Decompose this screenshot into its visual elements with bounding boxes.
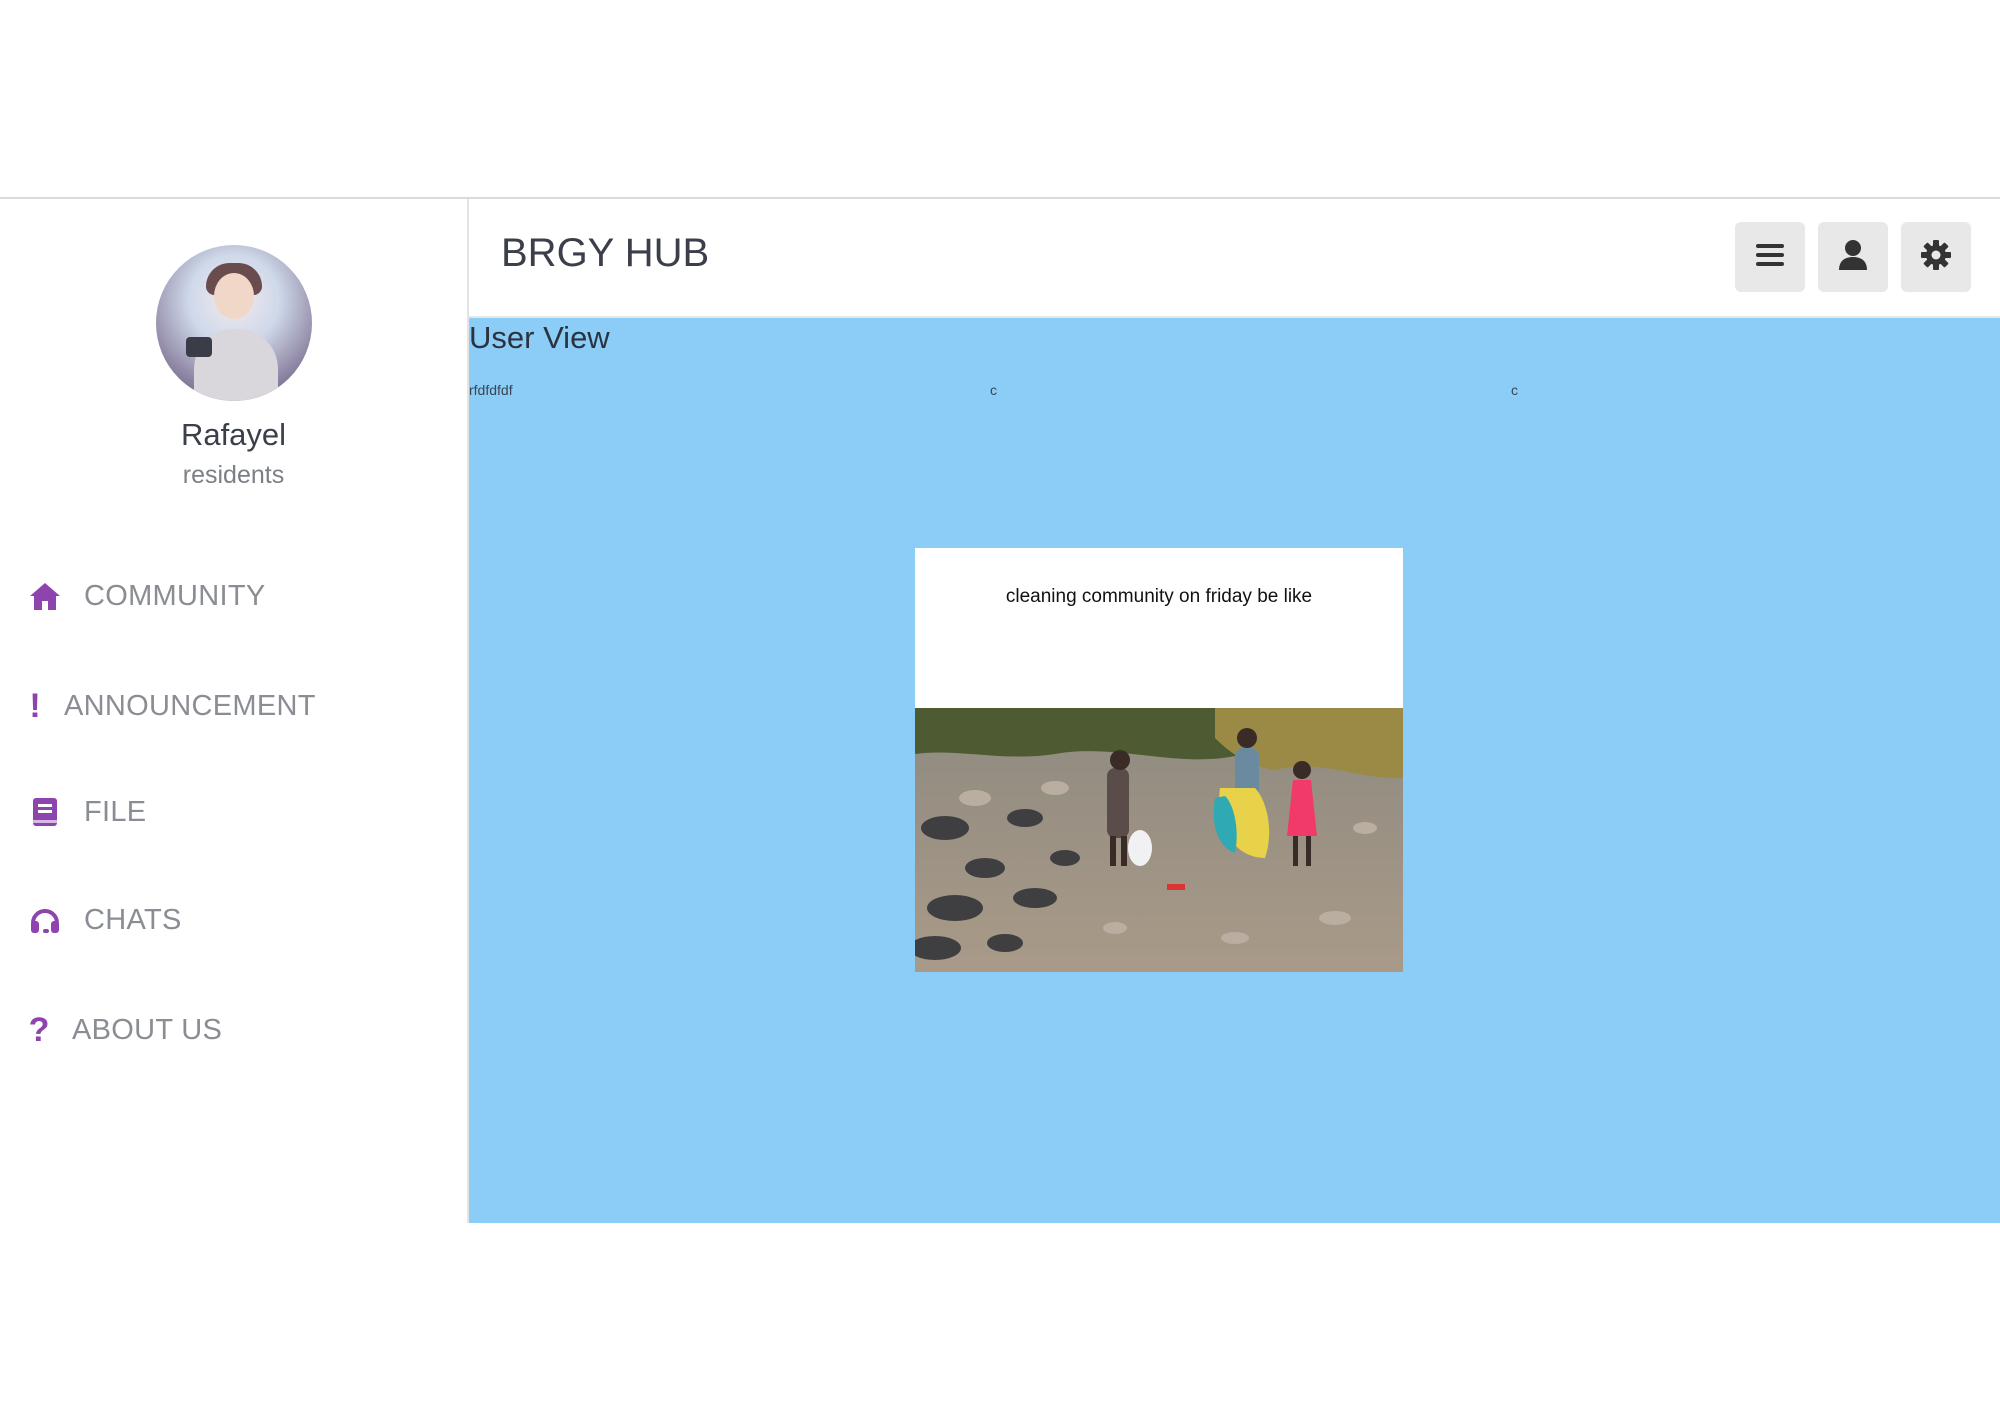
app-title: BRGY HUB [501, 231, 710, 275]
home-icon [28, 579, 62, 613]
main-content: User View rfdfdfdf c c cleaning communit… [469, 318, 2000, 1223]
header: BRGY HUB [469, 199, 2000, 318]
profile-name: Rafayel [180, 417, 287, 452]
sidebar-item-community[interactable]: COMMUNITY [28, 579, 266, 613]
user-icon [1838, 239, 1868, 276]
sidebar-item-announcement[interactable]: ! ANNOUNCEMENT [28, 687, 316, 726]
post-caption: cleaning community on friday be like [1005, 586, 1313, 607]
sidebar: Rafayel residents COMMUNITY ! ANNOUNCEME… [0, 199, 469, 1223]
question-icon: ? [28, 1011, 50, 1049]
sidebar-item-label: FILE [84, 795, 147, 828]
view-title: User View [469, 320, 610, 355]
book-icon [28, 795, 62, 829]
headset-icon [28, 903, 62, 937]
avatar[interactable] [156, 245, 312, 401]
menu-icon [1755, 242, 1785, 273]
row-text: c [990, 382, 997, 398]
gear-icon [1920, 239, 1952, 276]
post-image [915, 708, 1403, 972]
sidebar-item-label: CHATS [84, 903, 182, 936]
profile-button[interactable] [1818, 222, 1888, 292]
sidebar-item-file[interactable]: FILE [28, 795, 146, 829]
row-text: rfdfdfdf [469, 382, 513, 398]
sidebar-item-label: ABOUT US [72, 1014, 223, 1046]
menu-button[interactable] [1735, 222, 1805, 292]
profile-role: residents [182, 461, 285, 489]
exclamation-icon: ! [29, 687, 41, 725]
sidebar-item-label: ANNOUNCEMENT [64, 690, 316, 722]
post-card[interactable]: cleaning community on friday be like [915, 548, 1403, 972]
sidebar-item-label: COMMUNITY [84, 579, 266, 612]
sidebar-item-about-us[interactable]: ? ABOUT US [28, 1011, 222, 1050]
row-text: c [1511, 382, 1518, 398]
settings-button[interactable] [1901, 222, 1971, 292]
sidebar-item-chats[interactable]: CHATS [28, 903, 182, 937]
